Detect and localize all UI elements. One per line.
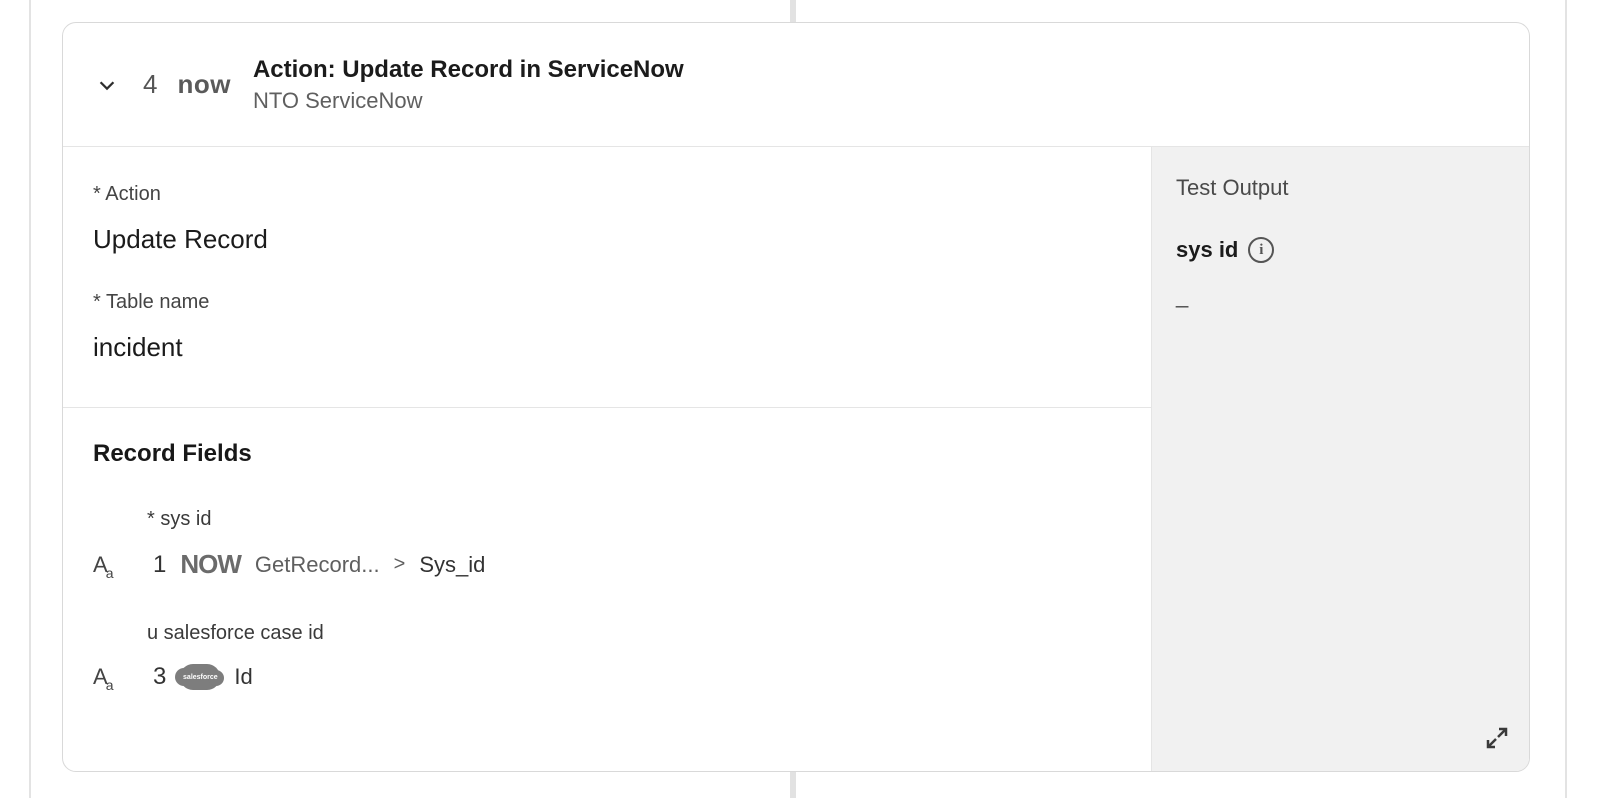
- card-title: Action: Update Record in ServiceNow: [253, 56, 684, 84]
- source-field-name[interactable]: Sys_id: [419, 552, 485, 578]
- right-edge-line: [1565, 0, 1567, 798]
- step-number: 4: [143, 69, 157, 100]
- chevron-down-icon: [96, 74, 118, 96]
- test-output-heading: Test Output: [1176, 175, 1505, 201]
- action-field-value[interactable]: Update Record: [93, 224, 1121, 255]
- servicenow-logo: now: [177, 69, 231, 100]
- card-header: 4 now Action: Update Record in ServiceNo…: [63, 23, 1529, 147]
- test-output-panel: Test Output sys id i _: [1151, 147, 1529, 771]
- expand-panel-button[interactable]: [1485, 726, 1509, 755]
- source-step-number: 3: [153, 663, 166, 691]
- record-field-u-salesforce-case-id: u salesforce case id Aa 3 salesforce Id: [93, 622, 1121, 691]
- salesforce-cloud-icon: salesforce: [180, 664, 220, 690]
- expand-icon: [1485, 726, 1509, 750]
- text-type-icon: Aa: [93, 552, 123, 578]
- sys-id-label: * sys id: [147, 508, 1121, 531]
- source-step-number: 1: [153, 551, 166, 579]
- source-field-name[interactable]: Id: [234, 664, 252, 690]
- source-action-name[interactable]: GetRecord...: [255, 552, 380, 578]
- left-edge-line: [29, 0, 31, 798]
- servicenow-pill-icon: NOW: [180, 549, 241, 580]
- action-step-card: 4 now Action: Update Record in ServiceNo…: [62, 22, 1530, 772]
- config-panel: * Action Update Record * Table name inci…: [63, 147, 1151, 771]
- collapse-toggle[interactable]: [91, 69, 123, 101]
- table-name-label: * Table name: [93, 291, 1121, 314]
- breadcrumb-separator: >: [394, 553, 406, 576]
- u-salesforce-case-id-label: u salesforce case id: [147, 622, 1121, 645]
- output-field-value: _: [1176, 283, 1505, 309]
- info-icon[interactable]: i: [1248, 237, 1274, 263]
- table-name-value[interactable]: incident: [93, 332, 1121, 363]
- text-type-icon: Aa: [93, 664, 123, 690]
- record-field-sys-id: * sys id Aa 1 NOW GetRecord... > Sys_id: [93, 508, 1121, 580]
- record-fields-heading: Record Fields: [93, 440, 1121, 468]
- card-subtitle: NTO ServiceNow: [253, 88, 684, 114]
- action-field-label: * Action: [93, 183, 1121, 206]
- output-field-label: sys id: [1176, 237, 1238, 263]
